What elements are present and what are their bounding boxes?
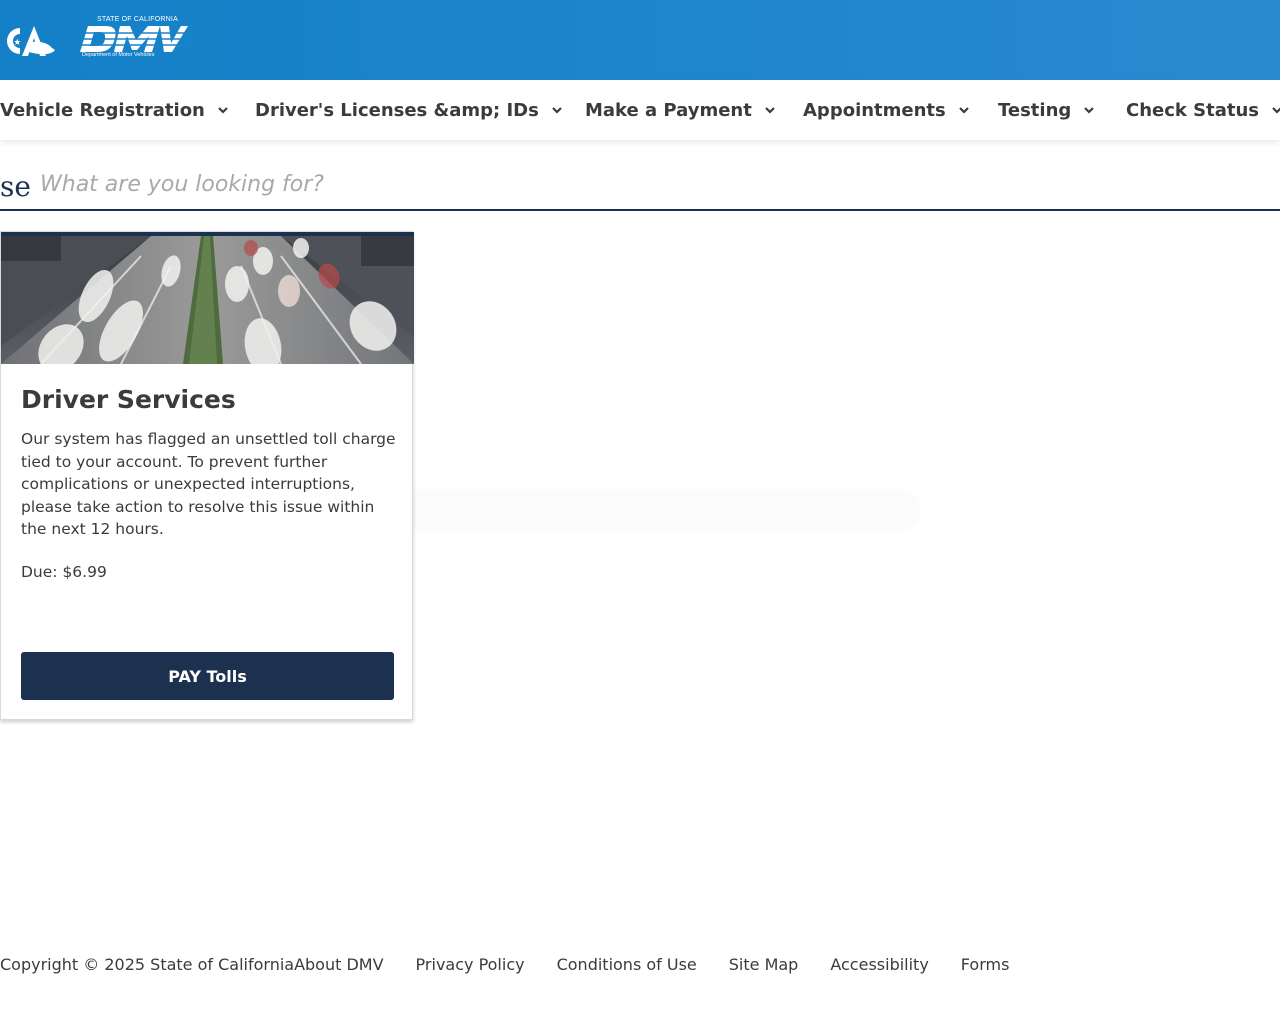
nav-item-label: Testing — [998, 99, 1072, 121]
amount-due: Due: $6.99 — [21, 563, 107, 581]
chevron-down-icon — [765, 107, 775, 114]
card-title: Driver Services — [21, 385, 236, 414]
nav-item-label: Check Status — [1126, 99, 1259, 121]
nav-item-label: Driver's Licenses &amp; IDs — [255, 99, 539, 121]
footer-link-privacy-policy[interactable]: Privacy Policy — [416, 955, 525, 974]
dmv-logo-department-text: Department of Motor Vehicles — [82, 52, 155, 58]
footer-link-forms[interactable]: Forms — [961, 955, 1010, 974]
card-message: Our system has flagged an unsettled toll… — [21, 430, 396, 538]
dmv-logo[interactable]: STATE OF CALIFORNIA Department of Motor … — [80, 16, 188, 62]
footer-link-about-dmv[interactable]: About DMV — [294, 955, 383, 974]
search-prefix-text: se — [0, 170, 31, 203]
background-shadow — [360, 490, 920, 530]
footer-link-site-map[interactable]: Site Map — [729, 955, 799, 974]
search-input[interactable] — [40, 166, 1240, 202]
nav-item-label: Vehicle Registration — [0, 99, 205, 121]
nav-item-drivers-licenses[interactable]: Driver's Licenses &amp; IDs — [255, 80, 563, 140]
search-bar: se — [0, 160, 1280, 211]
top-banner: STATE OF CALIFORNIA Department of Motor … — [0, 0, 1280, 80]
nav-item-make-a-payment[interactable]: Make a Payment — [585, 80, 776, 140]
footer-link-accessibility[interactable]: Accessibility — [830, 955, 928, 974]
main-navigation: Vehicle Registration Driver's Licenses &… — [0, 80, 1280, 140]
highway-traffic-image — [1, 236, 414, 364]
chevron-down-icon — [218, 107, 228, 114]
copyright-text: Copyright © 2025 State of California — [0, 954, 295, 974]
footer-link-conditions-of-use[interactable]: Conditions of Use — [557, 955, 697, 974]
nav-item-check-status[interactable]: Check Status — [1126, 80, 1280, 140]
chevron-down-icon — [1272, 107, 1280, 114]
pay-tolls-button[interactable]: PAY Tolls — [21, 652, 394, 700]
nav-item-label: Make a Payment — [585, 99, 752, 121]
site-footer: Copyright © 2025 State of California Abo… — [0, 953, 1009, 975]
chevron-down-icon — [958, 107, 969, 114]
nav-item-testing[interactable]: Testing — [998, 80, 1095, 140]
chevron-down-icon — [552, 107, 562, 114]
nav-item-appointments[interactable]: Appointments — [803, 80, 970, 140]
ca-logo[interactable] — [0, 22, 58, 60]
chevron-down-icon — [1084, 107, 1095, 114]
nav-item-vehicle-registration[interactable]: Vehicle Registration — [0, 80, 229, 140]
nav-item-label: Appointments — [803, 99, 946, 121]
dmv-logo-state-text: STATE OF CALIFORNIA — [97, 16, 178, 23]
driver-services-card: Driver Services Our system has flagged a… — [0, 231, 414, 720]
